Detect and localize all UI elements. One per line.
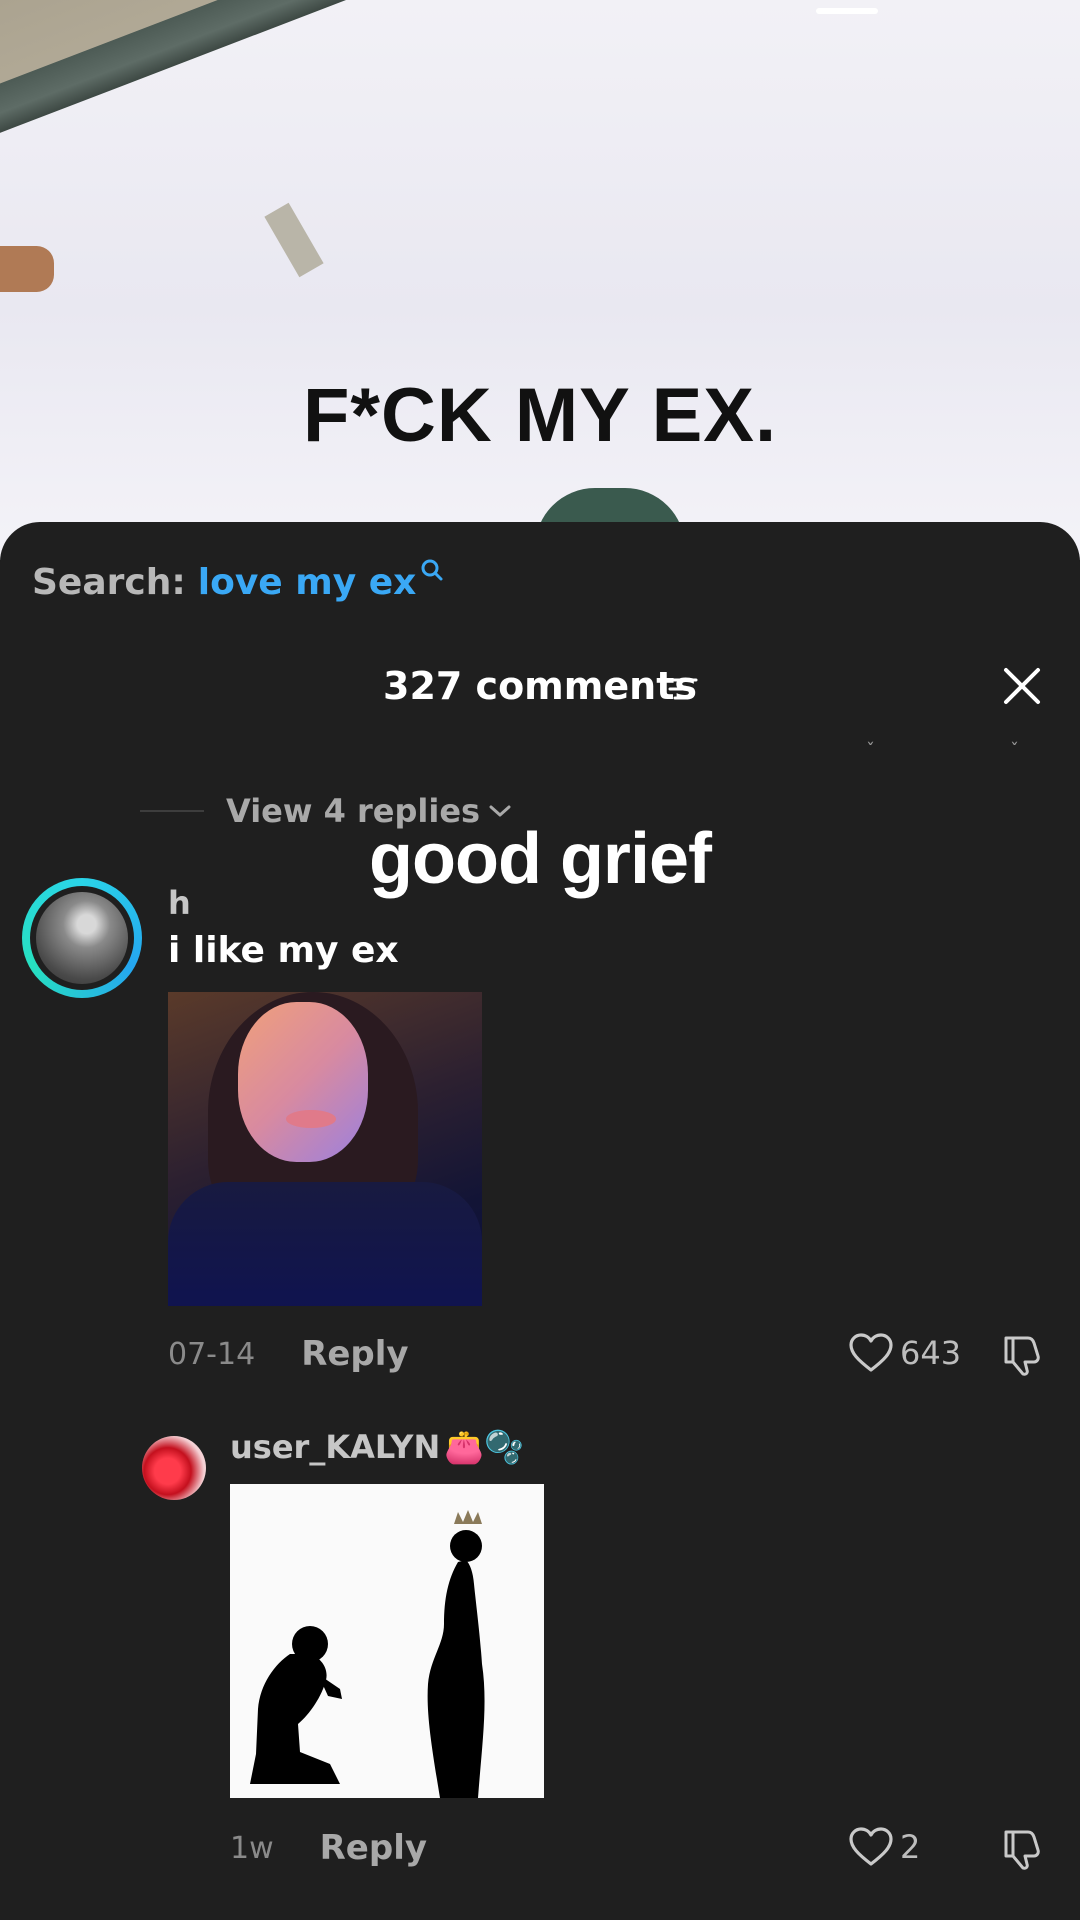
- silhouette-image: [250, 1510, 485, 1798]
- comments-count: 327 comments: [383, 664, 697, 708]
- like-count: 2: [900, 1828, 921, 1866]
- chevron-down-icon: [489, 805, 511, 817]
- reply-button[interactable]: Reply: [301, 1334, 408, 1374]
- comment-date: 1w: [230, 1830, 274, 1866]
- avatar[interactable]: [22, 878, 142, 998]
- search-label: Search:: [32, 562, 186, 603]
- search-query-link[interactable]: love my ex: [198, 562, 417, 603]
- avatar-photo: [36, 892, 128, 984]
- filter-icon[interactable]: [664, 674, 698, 704]
- comment-meta: 1w Reply: [230, 1828, 427, 1868]
- overlay-caption: good grief: [369, 819, 712, 899]
- comment-username[interactable]: h: [168, 884, 191, 922]
- comments-sheet: Search: love my ex 327 comments ˇ ˇ View…: [0, 522, 1080, 1920]
- image-lips: [286, 1110, 336, 1128]
- like-button[interactable]: 643: [848, 1332, 961, 1374]
- video-hand: [0, 246, 54, 292]
- username-emojis: 👛🫧: [444, 1428, 524, 1466]
- avatar[interactable]: [142, 1436, 206, 1500]
- search-suggestion[interactable]: Search: love my ex: [32, 559, 444, 603]
- close-icon[interactable]: [1000, 664, 1044, 708]
- video-gutter: [0, 0, 1080, 211]
- video-player[interactable]: F*CK MY EX.: [0, 0, 1080, 560]
- reply-button[interactable]: Reply: [320, 1828, 427, 1868]
- heart-icon: [849, 1333, 893, 1372]
- scroll-tick: ˇ: [866, 740, 875, 761]
- comment-image[interactable]: [230, 1484, 544, 1798]
- heart-icon: [849, 1827, 893, 1866]
- dislike-icon[interactable]: [998, 1332, 1044, 1378]
- comment-date: 07-14: [168, 1336, 256, 1372]
- comments-header: 327 comments: [0, 664, 1080, 724]
- video-bracket: [264, 202, 324, 278]
- comment-username[interactable]: user_KALYN 👛🫧: [230, 1428, 524, 1466]
- like-count: 643: [900, 1334, 962, 1372]
- image-face: [238, 1002, 368, 1162]
- comment-meta: 07-14 Reply: [168, 1334, 409, 1374]
- like-button[interactable]: 2: [848, 1826, 920, 1868]
- dislike-icon[interactable]: [998, 1826, 1044, 1872]
- scroll-tick: ˇ: [1010, 740, 1019, 761]
- image-body: [168, 1182, 482, 1306]
- search-icon: [421, 559, 443, 581]
- comment-text: i like my ex: [168, 930, 399, 971]
- video-overlay-text: F*CK MY EX.: [302, 373, 778, 458]
- comment-image[interactable]: [168, 992, 482, 1306]
- thread-line: [140, 810, 204, 812]
- username-text: user_KALYN: [230, 1428, 441, 1466]
- status-indicator: [816, 8, 878, 14]
